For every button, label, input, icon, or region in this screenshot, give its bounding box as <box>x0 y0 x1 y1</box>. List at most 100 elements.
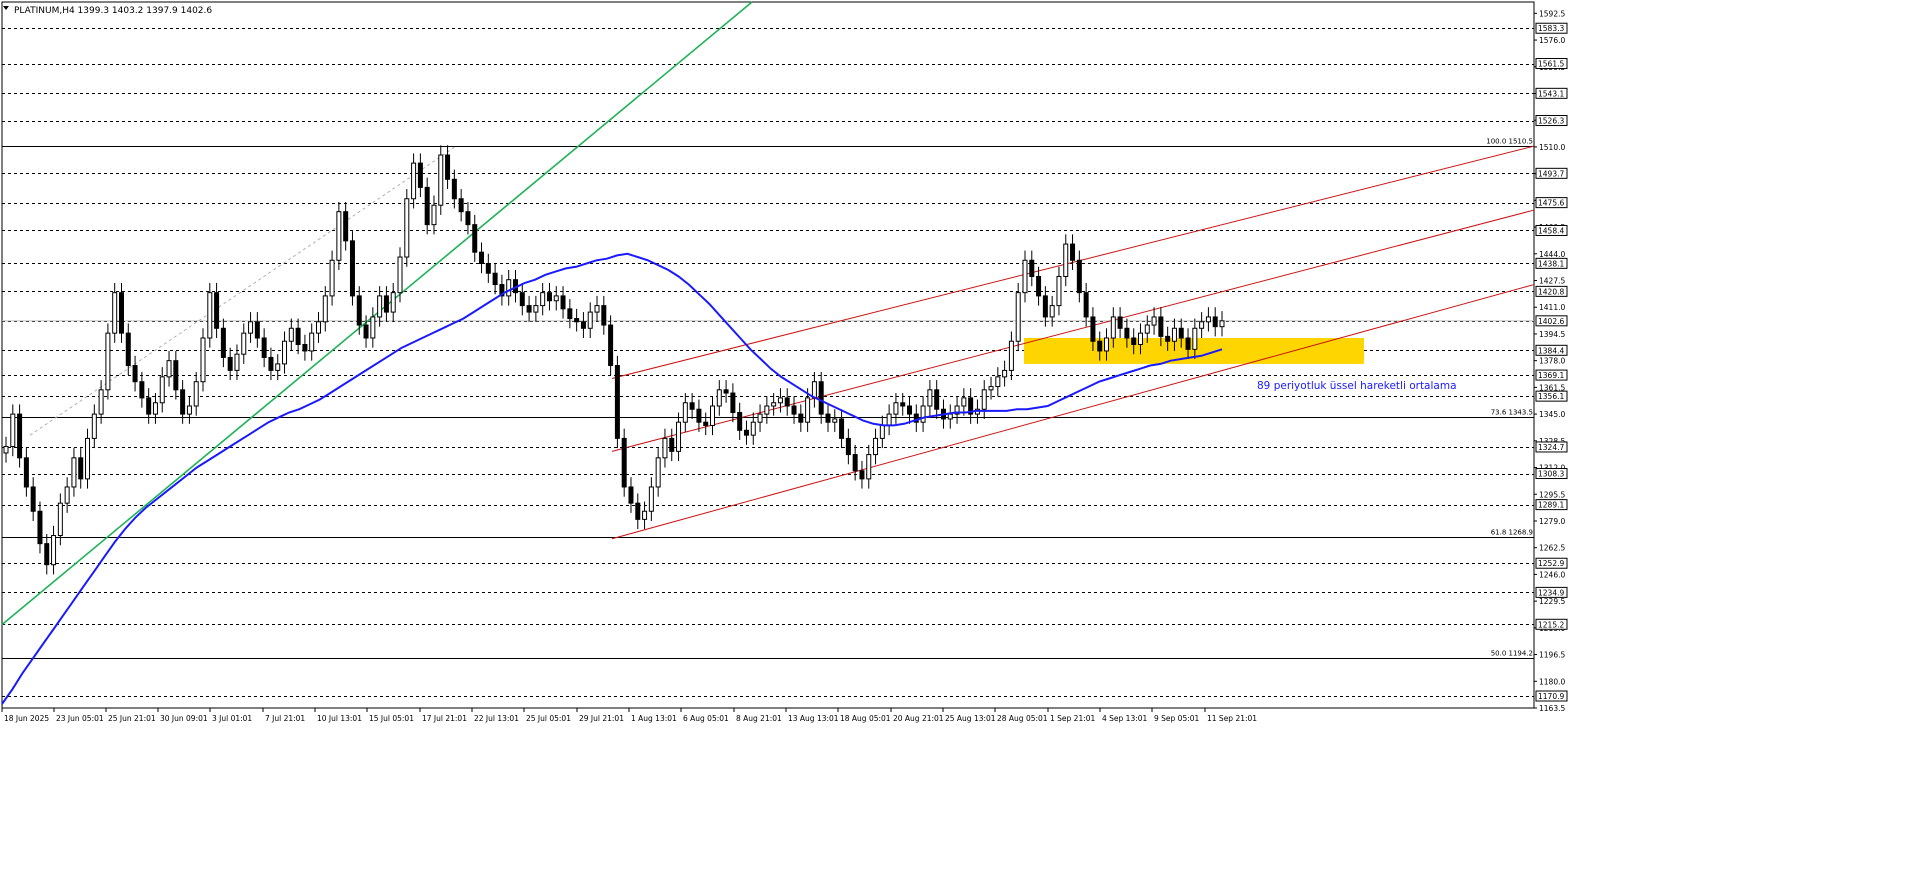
candle-body[interactable] <box>349 240 355 297</box>
candle-body[interactable] <box>98 389 104 415</box>
candle-body[interactable] <box>614 365 620 439</box>
candle-body[interactable] <box>180 389 186 415</box>
candle-body[interactable] <box>771 402 777 407</box>
candle-body[interactable] <box>23 457 29 488</box>
candle-body[interactable] <box>818 381 824 415</box>
candle-body[interactable] <box>390 292 396 313</box>
candle-body[interactable] <box>479 251 485 265</box>
candle-body[interactable] <box>37 510 43 545</box>
candle-body[interactable] <box>920 405 926 423</box>
candle-body[interactable] <box>383 295 389 313</box>
candle-body[interactable] <box>1022 259 1028 294</box>
candle-body[interactable] <box>1199 321 1205 329</box>
candle-body[interactable] <box>981 389 987 410</box>
candle-body[interactable] <box>567 308 573 320</box>
candle-body[interactable] <box>1205 316 1211 323</box>
candle-body[interactable] <box>628 486 634 504</box>
candle-body[interactable] <box>343 211 349 242</box>
candle-body[interactable] <box>655 457 661 488</box>
candle-body[interactable] <box>1151 316 1157 326</box>
candle-body[interactable] <box>51 535 57 566</box>
candle-body[interactable] <box>1165 335 1171 342</box>
candle-body[interactable] <box>1002 369 1008 378</box>
candle-body[interactable] <box>363 324 369 339</box>
candle-body[interactable] <box>112 292 118 334</box>
candle-body[interactable] <box>139 381 145 399</box>
candle-body[interactable] <box>1097 340 1103 352</box>
candle-body[interactable] <box>1029 259 1035 277</box>
candle-body[interactable] <box>696 408 702 423</box>
candle-body[interactable] <box>370 316 376 339</box>
candle-body[interactable] <box>1117 316 1123 329</box>
candle-body[interactable] <box>186 405 192 415</box>
candle-body[interactable] <box>1131 337 1137 345</box>
candle-body[interactable] <box>44 543 50 566</box>
candle-body[interactable] <box>811 381 817 399</box>
candle-body[interactable] <box>227 356 233 371</box>
candle-body[interactable] <box>57 502 63 537</box>
candle-body[interactable] <box>295 327 301 345</box>
candle-body[interactable] <box>207 292 213 339</box>
candle-body[interactable] <box>662 437 668 459</box>
candle-body[interactable] <box>397 256 403 294</box>
candle-body[interactable] <box>533 305 539 313</box>
candle-body[interactable] <box>445 154 451 180</box>
candle-body[interactable] <box>757 413 763 423</box>
candle-body[interactable] <box>1056 275 1062 307</box>
candle-body[interactable] <box>200 337 206 383</box>
candle-body[interactable] <box>261 337 267 358</box>
candle-body[interactable] <box>248 321 254 334</box>
candle-body[interactable] <box>214 292 220 329</box>
candle-body[interactable] <box>356 295 362 326</box>
candle-body[interactable] <box>839 418 845 439</box>
candle-body[interactable] <box>961 397 967 407</box>
candle-body[interactable] <box>438 154 444 206</box>
candle-body[interactable] <box>879 424 885 439</box>
candle-body[interactable] <box>587 311 593 329</box>
candle-body[interactable] <box>17 413 23 459</box>
candle-body[interactable] <box>1008 340 1014 371</box>
candle-body[interactable] <box>519 292 525 307</box>
candle-body[interactable] <box>492 272 498 286</box>
candle-body[interactable] <box>322 295 328 323</box>
candle-body[interactable] <box>118 292 124 334</box>
candle-body[interactable] <box>146 397 152 415</box>
candle-body[interactable] <box>988 386 994 391</box>
candle-body[interactable] <box>254 321 260 339</box>
candle-body[interactable] <box>886 413 892 426</box>
candle-body[interactable] <box>669 437 675 452</box>
candle-body[interactable] <box>947 413 953 420</box>
candle-body[interactable] <box>1090 316 1096 342</box>
candle-body[interactable] <box>85 437 91 480</box>
candle-body[interactable] <box>1110 316 1116 339</box>
candle-body[interactable] <box>10 413 16 447</box>
candle-body[interactable] <box>703 421 709 426</box>
candle-body[interactable] <box>268 356 274 371</box>
candle-body[interactable] <box>458 198 464 213</box>
candle-body[interactable] <box>730 392 736 413</box>
candle-body[interactable] <box>750 421 756 436</box>
candle-body[interactable] <box>574 318 580 323</box>
candle-body[interactable] <box>3 445 9 454</box>
candle-body[interactable] <box>424 186 430 226</box>
candle-body[interactable] <box>1015 292 1021 342</box>
candle-body[interactable] <box>784 397 790 407</box>
candle-body[interactable] <box>689 402 695 410</box>
candle-body[interactable] <box>927 389 933 407</box>
candle-body[interactable] <box>125 332 131 367</box>
candle-body[interactable] <box>791 405 797 415</box>
candle-body[interactable] <box>859 470 865 480</box>
candle-body[interactable] <box>64 486 70 504</box>
candle-body[interactable] <box>805 397 811 423</box>
candle-body[interactable] <box>900 402 906 407</box>
candle-body[interactable] <box>336 211 342 261</box>
candle-body[interactable] <box>132 365 138 383</box>
candle-body[interactable] <box>506 279 512 297</box>
candle-body[interactable] <box>716 389 722 407</box>
candle-body[interactable] <box>1212 316 1218 328</box>
candle-body[interactable] <box>866 454 872 480</box>
candle-body[interactable] <box>594 305 600 313</box>
candle-body[interactable] <box>832 418 838 423</box>
candle-body[interactable] <box>682 402 688 423</box>
candle-body[interactable] <box>1070 243 1076 261</box>
